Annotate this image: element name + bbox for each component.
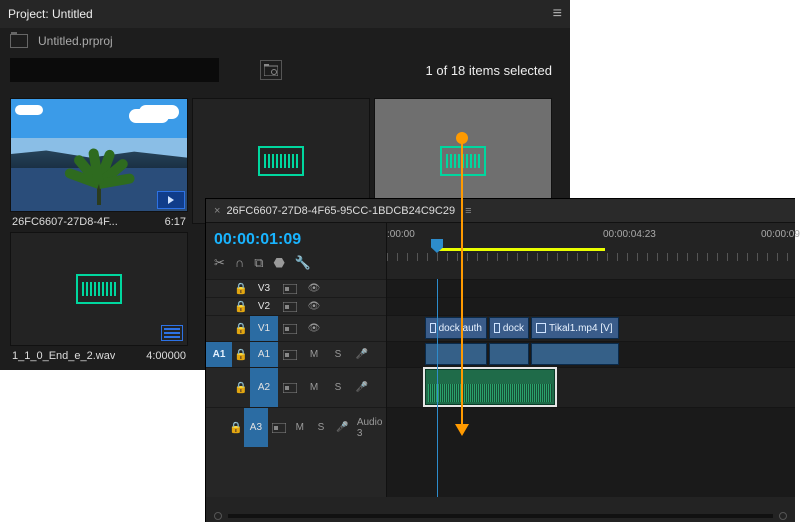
eye-icon[interactable]: 👁 (304, 298, 324, 316)
timeline-content[interactable]: dock auth dock Tikal1.mp4 [V] (386, 279, 795, 497)
bin-item-duration: 6:17 (165, 216, 186, 228)
playhead-line[interactable] (437, 279, 438, 497)
video-clip[interactable]: Tikal1.mp4 [V] (531, 317, 619, 339)
timeline-scrollbar[interactable] (206, 510, 795, 522)
project-filename: Untitled.prproj (38, 34, 113, 48)
track-name[interactable]: A2 (250, 368, 278, 407)
new-bin-button[interactable] (260, 60, 282, 80)
project-file-row: Untitled.prproj (0, 28, 570, 58)
drag-arrow-annotation (461, 138, 463, 434)
toggle-output-icon[interactable] (280, 379, 300, 397)
sequence-name[interactable]: 26FC6607-27D8-4F65-95CC-1BDCB24C9C29 (226, 205, 455, 217)
track-name[interactable]: V2 (250, 301, 278, 312)
marker-icon[interactable]: ⬣ (274, 255, 285, 271)
project-search-row: ⌕ 1 of 18 items selected (0, 58, 570, 92)
toggle-output-icon[interactable] (280, 320, 300, 338)
timeline-body: 🔒 V3 👁 🔒 V2 👁 🔒 V1 👁 (206, 279, 795, 497)
audio-clip[interactable] (531, 343, 619, 365)
zoom-handle-left[interactable] (214, 512, 222, 520)
close-tab-icon[interactable]: × (214, 205, 220, 217)
audio-waveform-icon (258, 146, 304, 176)
toggle-output-icon[interactable] (270, 419, 287, 437)
bin-item-name: 1_1_0_End_e_2.wav (12, 350, 115, 362)
track-name[interactable]: V3 (250, 283, 278, 294)
bin-item-duration: 4:00000 (146, 350, 186, 362)
voiceover-icon[interactable]: 🎤 (352, 379, 372, 397)
audio-clip[interactable] (489, 343, 529, 365)
project-folder-icon (10, 34, 28, 48)
time-ruler[interactable]: :00:00 00:00:04:23 00:00:09:23 (386, 223, 795, 279)
lock-icon[interactable]: 🔒 (232, 282, 250, 295)
clip-icon (494, 323, 500, 333)
tab-menu-icon[interactable]: ≡ (465, 205, 471, 217)
clip-icon (536, 323, 546, 333)
av-badge-icon (157, 191, 185, 209)
project-tabbar: Project: Untitled ≡ (0, 0, 570, 28)
mute-button[interactable]: M (304, 346, 324, 364)
timecode-display[interactable]: 00:00:01:09 (214, 229, 378, 255)
lock-icon[interactable]: 🔒 (232, 300, 250, 313)
timeline-tabbar: × 26FC6607-27D8-4F65-95CC-1BDCB24C9C29 ≡ (206, 199, 795, 223)
video-clip[interactable]: dock (489, 317, 529, 339)
audio-waveform-icon (440, 146, 486, 176)
video-clip[interactable]: dock auth (425, 317, 487, 339)
timeline-panel: × 26FC6607-27D8-4F65-95CC-1BDCB24C9C29 ≡… (205, 198, 795, 522)
timeline-header: 00:00:01:09 ✂︎ ∩ ⧉ ⬣ 🔧 :00:00 00:00:04:2… (206, 223, 795, 279)
eye-icon[interactable]: 👁 (304, 320, 324, 338)
track-header-v2[interactable]: 🔒 V2 👁 (206, 297, 386, 315)
source-patch[interactable]: A1 (206, 342, 232, 367)
toggle-output-icon[interactable] (280, 346, 300, 364)
lock-icon[interactable]: 🔒 (232, 381, 250, 394)
search-input[interactable] (10, 58, 219, 82)
ruler-label: 00:00:09:23 (761, 229, 800, 240)
lock-icon[interactable]: 🔒 (232, 322, 250, 335)
sequence-badge-icon (161, 325, 183, 341)
bin-item-audio[interactable]: 1_1_0_End_e_2.wav 4:00000 (10, 232, 188, 362)
horizontal-scrollbar[interactable] (228, 514, 773, 518)
bin-item-name: 26FC6607-27D8-4F... (12, 216, 118, 228)
mute-button[interactable]: M (304, 379, 324, 397)
ruler-label: :00:00 (387, 229, 415, 240)
track-name[interactable]: V1 (250, 316, 278, 341)
waveform (428, 384, 552, 402)
track-header-a3[interactable]: 🔒 A3 M S 🎤 Audio 3 (206, 407, 386, 447)
audio-clip[interactable] (425, 343, 487, 365)
track-header-v1[interactable]: 🔒 V1 👁 (206, 315, 386, 341)
ruler-ticks (387, 253, 795, 261)
track-header-v3[interactable]: 🔒 V3 👁 (206, 279, 386, 297)
solo-button[interactable]: S (312, 419, 329, 437)
track-headers: 🔒 V3 👁 🔒 V2 👁 🔒 V1 👁 (206, 279, 386, 497)
track-name[interactable]: A3 (244, 408, 268, 447)
track-label: Audio 3 (353, 417, 386, 439)
toggle-output-icon[interactable] (280, 280, 300, 298)
panel-menu-icon[interactable]: ≡ (553, 5, 562, 23)
track-header-a2[interactable]: 🔒 A2 M S 🎤 (206, 367, 386, 407)
solo-button[interactable]: S (328, 346, 348, 364)
snap-icon[interactable]: ∩ (235, 255, 244, 271)
settings-icon[interactable]: 🔧 (295, 255, 311, 271)
track-header-a1[interactable]: A1 🔒 A1 M S 🎤 (206, 341, 386, 367)
zoom-handle-right[interactable] (779, 512, 787, 520)
track-name[interactable]: A1 (250, 342, 278, 367)
mute-button[interactable]: M (291, 419, 308, 437)
toggle-output-icon[interactable] (280, 298, 300, 316)
insert-overwrite-icon[interactable]: ✂︎ (214, 255, 225, 271)
eye-icon[interactable]: 👁 (304, 280, 324, 298)
audio-clip-selected[interactable] (425, 369, 555, 405)
project-title: Project: Untitled (8, 7, 93, 21)
solo-button[interactable]: S (328, 379, 348, 397)
lock-icon[interactable]: 🔒 (228, 421, 243, 434)
audio-waveform-icon (76, 274, 122, 304)
video-thumbnail (11, 99, 187, 211)
voiceover-icon[interactable]: 🎤 (352, 346, 372, 364)
clip-icon (430, 323, 436, 333)
linked-selection-icon[interactable]: ⧉ (254, 255, 263, 271)
ruler-label: 00:00:04:23 (603, 229, 656, 240)
bin-item-video[interactable]: 26FC6607-27D8-4F... 6:17 (10, 98, 188, 228)
timeline-tools: ✂︎ ∩ ⧉ ⬣ 🔧 (214, 255, 378, 271)
selection-count: 1 of 18 items selected (292, 63, 560, 78)
lock-icon[interactable]: 🔒 (232, 348, 250, 361)
voiceover-icon[interactable]: 🎤 (334, 419, 351, 437)
